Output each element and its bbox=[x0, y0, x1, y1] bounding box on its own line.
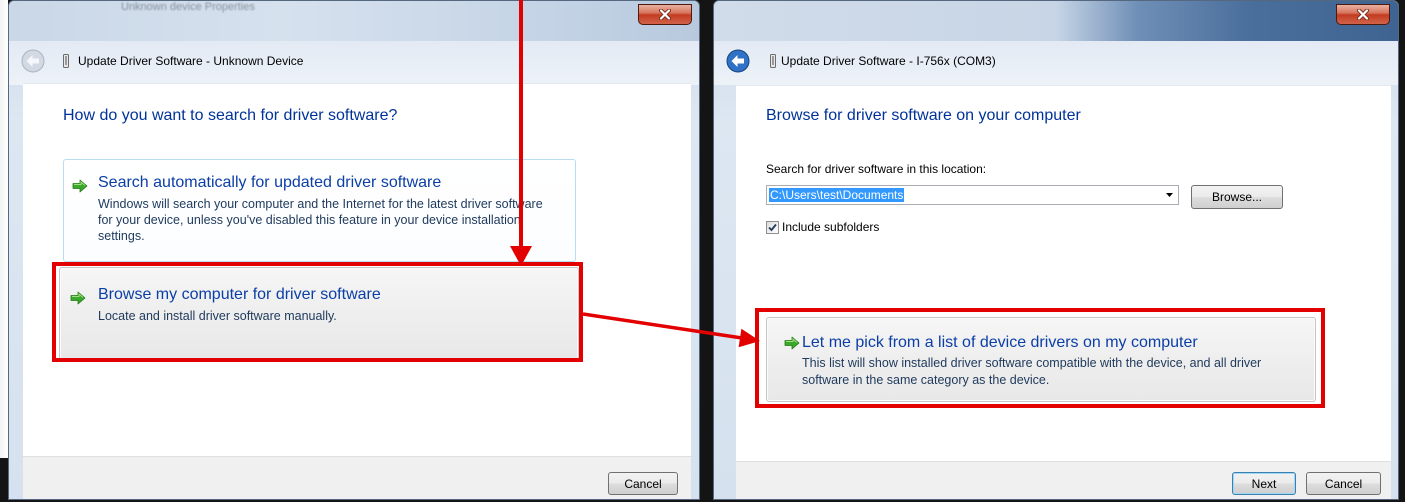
search-automatically-option[interactable]: Search automatically for updated driver … bbox=[63, 159, 576, 262]
chevron-down-icon[interactable] bbox=[1166, 193, 1174, 198]
right-dialog-window: Update Driver Software - I-756x (COM3) B… bbox=[713, 0, 1399, 500]
cancel-button[interactable]: Cancel bbox=[1306, 472, 1381, 495]
include-subfolders-label[interactable]: Include subfolders bbox=[782, 220, 879, 235]
next-button[interactable]: Next bbox=[1232, 472, 1296, 495]
cancel-button[interactable]: Cancel bbox=[608, 472, 678, 495]
main-instruction: How do you want to search for driver sof… bbox=[63, 107, 398, 124]
location-combobox[interactable]: C:\Users\test\Documents bbox=[766, 185, 1179, 205]
back-arrow-icon bbox=[21, 49, 45, 73]
checkmark-icon bbox=[768, 223, 777, 232]
background-window-edge bbox=[0, 0, 8, 458]
browse-button[interactable]: Browse... bbox=[1191, 185, 1283, 209]
location-value: C:\Users\test\Documents bbox=[769, 188, 905, 202]
wizard-footer: Cancel bbox=[23, 456, 691, 499]
close-icon bbox=[1357, 9, 1369, 20]
location-label: Search for driver software in this locat… bbox=[766, 162, 987, 176]
dialog-title: Update Driver Software - Unknown Device bbox=[78, 54, 304, 68]
annotation-highlight-browse bbox=[52, 262, 583, 362]
back-button[interactable] bbox=[21, 49, 45, 73]
wizard-footer: Next Cancel bbox=[736, 461, 1391, 499]
titlebar[interactable] bbox=[714, 1, 1398, 41]
option-title: Search automatically for updated driver … bbox=[98, 174, 442, 191]
device-icon bbox=[63, 54, 69, 68]
close-button[interactable] bbox=[638, 4, 692, 25]
back-button[interactable] bbox=[726, 49, 750, 73]
background-window-title: Unknown device Properties bbox=[121, 1, 255, 13]
annotation-highlight-pick-list bbox=[755, 308, 1325, 408]
include-subfolders-checkbox[interactable] bbox=[766, 221, 779, 234]
close-button[interactable] bbox=[1336, 4, 1390, 25]
main-instruction: Browse for driver software on your compu… bbox=[766, 107, 1081, 124]
back-arrow-icon bbox=[726, 49, 750, 73]
left-dialog-window: Unknown device Properties Update Driver … bbox=[8, 0, 700, 500]
device-icon bbox=[770, 54, 776, 68]
close-icon bbox=[659, 9, 671, 20]
green-arrow-icon bbox=[72, 179, 88, 193]
titlebar[interactable]: Unknown device Properties bbox=[9, 1, 699, 41]
dialog-title: Update Driver Software - I-756x (COM3) bbox=[781, 54, 996, 68]
option-description: Windows will search your computer and th… bbox=[98, 197, 543, 243]
